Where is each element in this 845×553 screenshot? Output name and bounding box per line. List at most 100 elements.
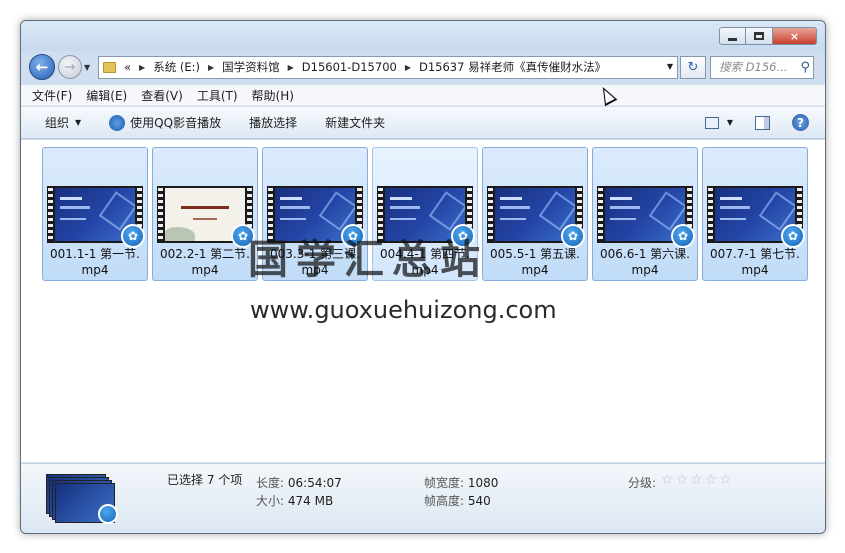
maximize-button[interactable] (746, 27, 773, 45)
back-button[interactable]: ← (29, 54, 55, 80)
chevron-right-icon[interactable]: ▶ (208, 63, 214, 72)
file-item[interactable]: ✿ 007.7-1 第七节. mp4 (702, 147, 808, 281)
thumbnail-title-line (500, 197, 522, 200)
thumbnail-text-line (500, 218, 526, 220)
thumbnail-text-line (60, 218, 86, 220)
window-controls: × (719, 27, 817, 45)
menu-help[interactable]: 帮助(H) (252, 87, 294, 104)
help-icon[interactable]: ? (792, 114, 809, 131)
frame-width-value: 1080 (467, 476, 499, 490)
organize-button[interactable]: 组织 ▼ (45, 114, 81, 131)
chevron-right-icon[interactable]: ▶ (288, 63, 294, 72)
frame-height-field: 帧高度: 540 (424, 492, 491, 509)
star-icon[interactable]: ☆ (676, 472, 691, 488)
play-with-qq-label: 使用QQ影音播放 (130, 116, 222, 130)
chevron-down-icon[interactable]: ▼ (727, 118, 733, 127)
frame-width-field: 帧宽度: 1080 (424, 474, 498, 491)
rating-label: 分级: (628, 476, 657, 490)
details-pane: 已选择 7 个项 长度: 06:54:07 大小: 474 MB 帧宽度: 10… (21, 463, 825, 533)
close-button[interactable]: × (773, 27, 817, 45)
thumbnail-title-line (60, 197, 82, 200)
file-extension-line: mp4 (81, 263, 109, 277)
breadcrumb-current-folder[interactable]: D15637 易祥老师《真传催财水法》 (419, 59, 606, 75)
preview-pane-icon[interactable] (755, 115, 770, 130)
thumbnail-text-line (390, 206, 420, 209)
star-icon[interactable]: ☆ (719, 472, 734, 488)
breadcrumb-library[interactable]: 国学资料馆 (222, 59, 280, 75)
file-extension-line: mp4 (631, 263, 659, 277)
rating-stars[interactable]: ☆☆☆☆☆ (661, 472, 734, 488)
change-view-icon[interactable] (704, 116, 719, 129)
recent-pages-dropdown[interactable]: ▼ (84, 63, 94, 72)
thumbnail-text-line (500, 206, 530, 209)
thumbnail-text-line (720, 218, 746, 220)
play-selection-label: 播放选择 (249, 116, 298, 130)
length-value: 06:54:07 (287, 476, 342, 490)
search-input[interactable]: 搜索 D156... ⚲ (710, 55, 814, 79)
qq-player-badge-icon: ✿ (121, 224, 145, 248)
frame-width-label: 帧宽度: (424, 476, 465, 490)
qq-player-badge-icon: ✿ (561, 224, 585, 248)
arrow-left-icon: ← (35, 58, 49, 76)
breadcrumb-drive[interactable]: 系统 (E:) (153, 59, 200, 75)
thumbnail-title-line (181, 206, 229, 209)
qq-player-badge-icon: ✿ (671, 224, 695, 248)
file-extension-line: mp4 (741, 263, 769, 277)
chevron-right-icon[interactable]: ▶ (405, 63, 411, 72)
star-icon[interactable]: ☆ (705, 472, 720, 488)
breadcrumb-range[interactable]: D15601-D15700 (302, 60, 397, 74)
organize-label: 组织 (45, 116, 70, 130)
thumbnail-decoration (165, 227, 195, 241)
play-selection-button[interactable]: 播放选择 (249, 114, 297, 131)
file-name: 001.1-1 第一节. mp4 (43, 246, 147, 278)
address-bar[interactable]: « ▶ 系统 (E:) ▶ 国学资料馆 ▶ D15601-D15700 ▶ D1… (98, 55, 678, 79)
refresh-button[interactable]: ↻ (680, 55, 706, 79)
size-value: 474 MB (287, 494, 334, 508)
watermark-url: www.guoxuehuizong.com (250, 296, 557, 324)
thumbnail-text-line (280, 206, 310, 209)
file-extension-line: mp4 (521, 263, 549, 277)
menu-tools[interactable]: 工具(T) (197, 87, 238, 104)
menu-file[interactable]: 文件(F) (32, 87, 72, 104)
menu-bar: 文件(F) 编辑(E) 查看(V) 工具(T) 帮助(H) (21, 85, 825, 106)
file-item[interactable]: ✿ 006.6-1 第六课. mp4 (592, 147, 698, 281)
star-icon[interactable]: ☆ (661, 472, 676, 488)
thumbnail-title-line (390, 197, 412, 200)
menu-edit[interactable]: 编辑(E) (86, 87, 127, 104)
file-item[interactable]: ✿ 002.2-1 第二节. mp4 (152, 147, 258, 281)
file-name-line: 002.2-1 第二节. (160, 247, 250, 261)
file-name-line: 005.5-1 第五课. (490, 247, 580, 261)
refresh-icon: ↻ (687, 59, 699, 75)
frame-height-value: 540 (467, 494, 491, 508)
play-with-qq-button[interactable]: 使用QQ影音播放 (109, 114, 221, 131)
qq-player-badge-icon (98, 504, 118, 524)
search-icon[interactable]: ⚲ (800, 60, 810, 75)
new-folder-label: 新建文件夹 (325, 116, 386, 130)
qq-player-badge-icon: ✿ (781, 224, 805, 248)
thumbnail-text-line (610, 218, 636, 220)
breadcrumb-overflow[interactable]: « (124, 60, 131, 74)
length-label: 长度: (256, 476, 285, 490)
file-name: 005.5-1 第五课. mp4 (483, 246, 587, 278)
file-name-line: 001.1-1 第一节. (50, 247, 140, 261)
thumbnail-text-line (193, 218, 217, 220)
folder-icon (103, 61, 116, 73)
chevron-down-icon[interactable]: ▼ (667, 62, 673, 71)
file-name-line: 006.6-1 第六课. (600, 247, 690, 261)
file-item[interactable]: ✿ 005.5-1 第五课. mp4 (482, 147, 588, 281)
toolbar-right-controls: ▼ ? (704, 114, 809, 131)
file-item[interactable]: ✿ 001.1-1 第一节. mp4 (42, 147, 148, 281)
thumbnail-text-line (610, 206, 640, 209)
watermark-title: 国学汇总站 (248, 236, 488, 283)
menu-view[interactable]: 查看(V) (141, 87, 183, 104)
star-icon[interactable]: ☆ (690, 472, 705, 488)
navigation-row: ← → ▼ « ▶ 系统 (E:) ▶ 国学资料馆 ▶ D15601-D1570… (29, 53, 819, 81)
forward-button[interactable]: → (58, 55, 82, 79)
length-field: 长度: 06:54:07 (256, 474, 342, 491)
search-placeholder: 搜索 D156... (719, 60, 788, 74)
file-name: 007.7-1 第七节. mp4 (703, 246, 807, 278)
new-folder-button[interactable]: 新建文件夹 (325, 114, 385, 131)
file-name-line: 007.7-1 第七节. (710, 247, 800, 261)
minimize-button[interactable] (719, 27, 746, 45)
size-field: 大小: 474 MB (256, 492, 333, 509)
